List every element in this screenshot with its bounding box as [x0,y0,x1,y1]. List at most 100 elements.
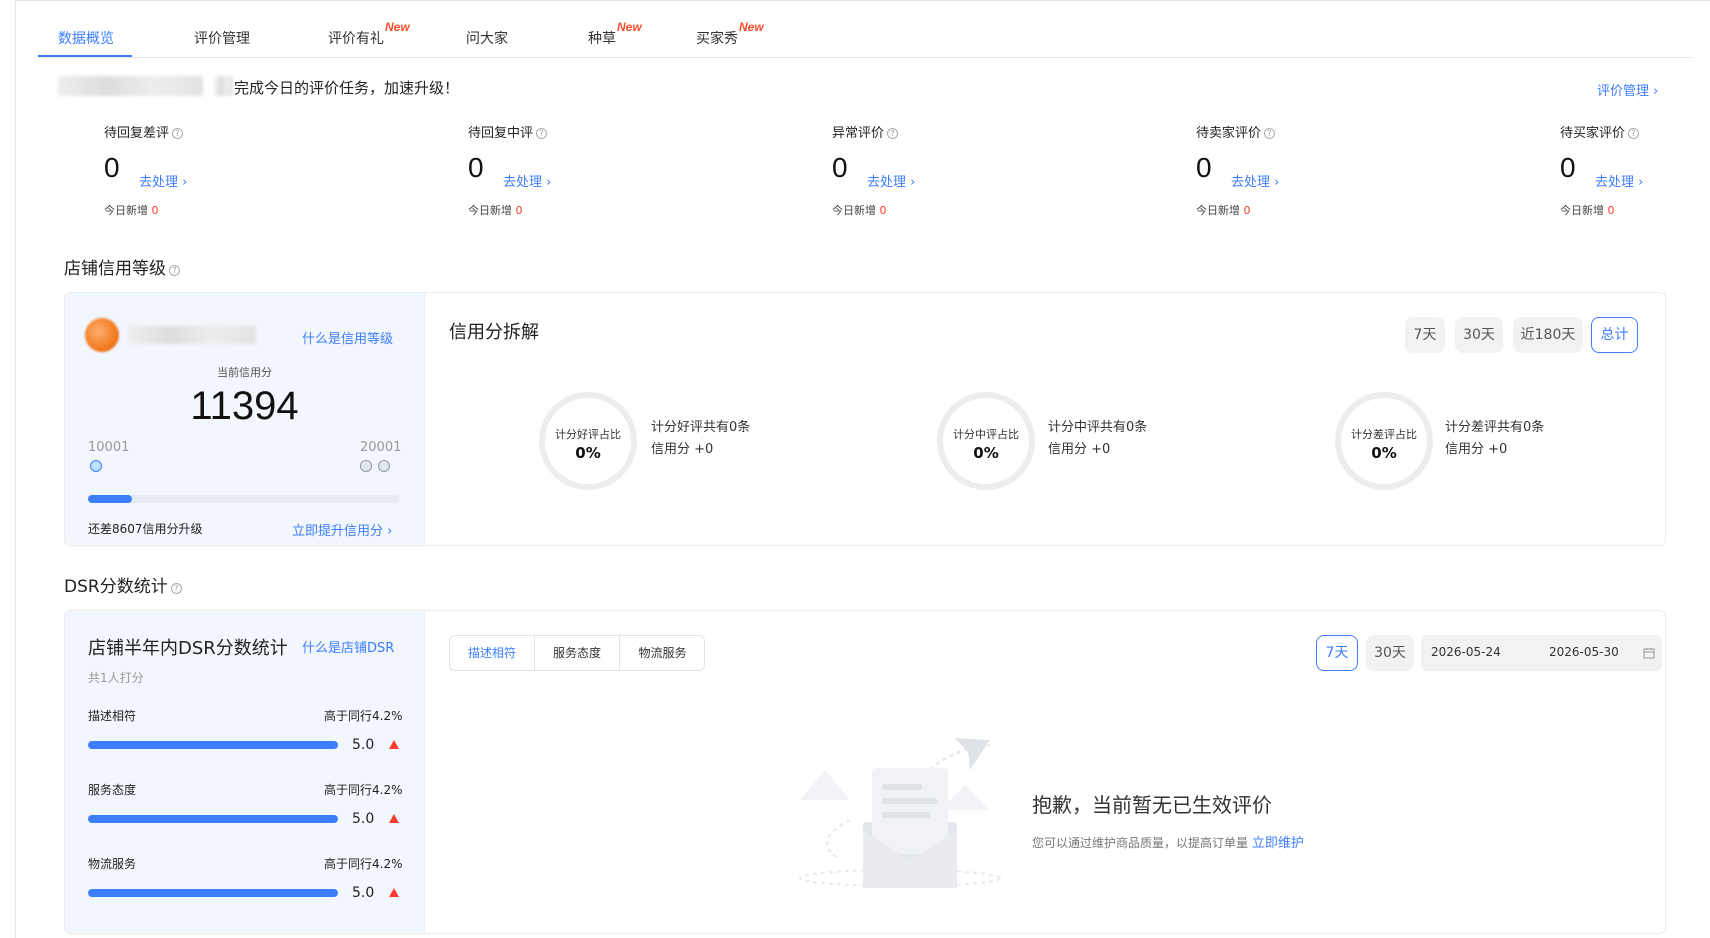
dsr-row-label: 物流服务 [88,857,137,871]
review-management-link[interactable]: 评价管理 › [1597,80,1658,99]
task-notice: 完成今日的评价任务，加速升级！ [234,79,460,97]
credit-score: 11394 [190,384,299,428]
credit-progress-fill [88,495,132,503]
go-handle-link[interactable]: 去处理 › [1231,171,1279,190]
what-is-dsr-link[interactable]: 什么是店铺DSR [302,637,394,656]
shop-name-redacted [128,326,256,344]
go-handle-link[interactable]: 去处理 › [1595,171,1643,190]
credit-section-title: 店铺信用等级? [64,254,180,279]
dsr-card-title: 店铺半年内DSR分数统计 [88,638,288,659]
stat-title: 待买家评价? [1560,122,1640,141]
empty-state-title: 抱歉，当前暂无已生效评价 [1032,793,1272,817]
dsr-score-value: 5.0 [352,811,375,827]
arrow-up-icon [389,814,399,823]
stat-title: 待回复差评? [104,122,184,141]
calendar-icon[interactable] [1643,647,1655,659]
stat-pending-seller: 待卖家评价? 0 去处理 › 今日新增 0 [1196,122,1446,222]
what-is-credit-link[interactable]: 什么是信用等级 [302,328,393,347]
panel-divider [424,611,425,933]
dsr-row-compare: 高于同行4.2% [324,783,403,797]
tab-seeding[interactable]: 种草 New [588,20,642,48]
empty-state-subtitle: 您可以通过维护商品质量，以提高订单量 立即维护 [1032,836,1304,851]
stat-value: 0 [104,152,120,183]
credit-min: 10001 [88,440,130,455]
new-badge: New [739,20,764,34]
dsr-score-bar [88,889,338,897]
tab-data-overview[interactable]: 数据概览 [58,28,114,48]
question-icon[interactable]: ? [887,128,899,139]
new-badge: New [617,20,642,34]
dsr-period-30d-button[interactable]: 30天 [1366,635,1414,671]
negative-ratio-ring: 计分差评占比 0% [1335,392,1433,490]
current-level-medal-icon [90,460,102,472]
period-7d-button[interactable]: 7天 [1405,317,1445,353]
tab-review-gift[interactable]: 评价有礼 New [328,20,410,48]
stat-pending-negative: 待回复差评? 0 去处理 › 今日新增 0 [104,122,354,222]
question-icon[interactable]: ? [172,128,184,139]
panel-divider [424,293,425,545]
stat-today-new: 今日新增 0 [1560,204,1615,217]
empty-envelope-illustration [799,738,1001,888]
period-30d-button[interactable]: 30天 [1455,317,1503,353]
segment-service[interactable]: 服务态度 [535,636,620,670]
dsr-rater-count: 共1人打分 [88,671,144,685]
good-ratio-ring: 计分好评占比 0% [539,392,637,490]
dsr-row-label: 描述相符 [88,709,137,723]
segment-description[interactable]: 描述相符 [450,636,535,670]
dsr-row-compare: 高于同行4.2% [324,709,403,723]
stat-value: 0 [468,152,484,183]
question-icon[interactable]: ? [169,265,180,276]
go-handle-link[interactable]: 去处理 › [867,171,915,190]
stat-value: 0 [1196,152,1212,183]
shop-avatar [85,318,119,352]
segment-logistics[interactable]: 物流服务 [620,636,704,670]
arrow-up-icon [389,888,399,897]
stat-today-new: 今日新增 0 [104,204,159,217]
page-top-border [15,0,1710,1]
go-handle-link[interactable]: 去处理 › [139,171,187,190]
tab-ask-everyone[interactable]: 问大家 [466,28,508,48]
new-badge: New [385,20,410,34]
negative-ratio-desc: 计分差评共有0条 信用分 +0 [1445,420,1545,457]
tab-review-management[interactable]: 评价管理 [194,28,250,48]
credit-max: 20001 [360,440,402,455]
maintain-now-link[interactable]: 立即维护 [1252,836,1304,851]
dsr-period-7d-button[interactable]: 7天 [1316,635,1358,671]
remaining-credit-text: 还差8607信用分升级 [88,522,203,536]
neutral-ratio-ring: 计分中评占比 0% [937,392,1035,490]
stat-value: 0 [832,152,848,183]
improve-credit-link[interactable]: 立即提升信用分 › [292,520,392,539]
dsr-row-compare: 高于同行4.2% [324,857,403,871]
level-icon-redacted [215,76,233,96]
period-total-button[interactable]: 总计 [1591,317,1638,353]
stat-title: 待回复中评? [468,122,548,141]
question-icon[interactable]: ? [1264,128,1276,139]
dsr-score-value: 5.0 [352,737,375,753]
date-range-picker[interactable]: 2026-05-24 2026-05-30 [1421,635,1662,671]
next-level-medal-icon [360,460,372,472]
stat-today-new: 今日新增 0 [832,204,887,217]
stat-title: 待卖家评价? [1196,122,1276,141]
stat-today-new: 今日新增 0 [1196,204,1251,217]
question-icon[interactable]: ? [536,128,548,139]
go-handle-link[interactable]: 去处理 › [503,171,551,190]
ring-value: 0% [575,444,601,462]
stat-pending-buyer: 待买家评价? 0 去处理 › 今日新增 0 [1560,122,1710,222]
credit-progress-track [88,495,400,503]
question-icon[interactable]: ? [1628,128,1640,139]
good-ratio-desc: 计分好评共有0条 信用分 +0 [651,420,751,457]
dsr-score-bar [88,815,338,823]
ring-value: 0% [1371,444,1397,462]
page-left-border [15,0,16,938]
question-icon[interactable]: ? [170,583,182,594]
arrow-up-icon [389,740,399,749]
neutral-ratio-desc: 计分中评共有0条 信用分 +0 [1048,420,1148,457]
next-level-medal-icon [378,460,390,472]
stat-today-new: 今日新增 0 [468,204,523,217]
date-end: 2026-05-30 [1549,645,1619,659]
period-180d-button[interactable]: 近180天 [1513,317,1583,353]
tab-buyer-show[interactable]: 买家秀 New [696,20,764,48]
breakdown-title: 信用分拆解 [449,322,539,343]
date-start: 2026-05-24 [1431,645,1501,659]
dsr-section-title: DSR分数统计? [64,572,182,597]
